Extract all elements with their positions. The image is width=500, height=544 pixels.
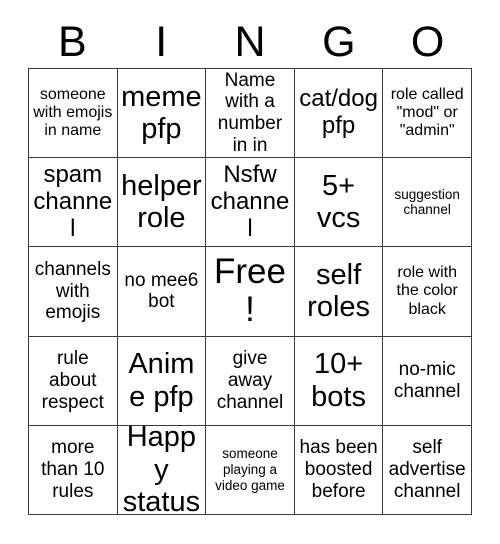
bingo-cell[interactable]: role with the color black (383, 247, 472, 337)
bingo-cell-label: Free! (214, 251, 286, 330)
bingo-cell-label: more than 10 rules (41, 437, 105, 502)
bingo-free-space[interactable]: Free! (206, 247, 295, 337)
bingo-cell[interactable]: helper role (117, 158, 207, 248)
bingo-cell[interactable]: suggestion channel (383, 158, 472, 248)
bingo-cell-label: has been boosted before (299, 437, 378, 502)
bingo-cell-label: give away channel (216, 348, 284, 413)
bingo-cell[interactable]: role called "mod" or "admin" (383, 69, 472, 159)
bingo-cell-label: self advertise channel (388, 437, 466, 502)
bingo-cell[interactable]: rule about respect (29, 336, 118, 426)
bingo-cell[interactable]: Nsfw channel (206, 158, 295, 248)
bingo-cell-label: role with the color black (396, 263, 458, 318)
bingo-cell-label: no mee6 bot (124, 269, 199, 313)
bingo-header-letter-g: G (322, 17, 356, 66)
bingo-cell-label: someone playing a video game (215, 446, 285, 493)
bingo-header-letter-b: B (58, 17, 87, 66)
bingo-cell[interactable]: spam channel (29, 158, 118, 248)
bingo-card: B I N G O someone with emojis in name meme pf… (0, 0, 500, 544)
bingo-cell[interactable]: channels with emojis (29, 247, 118, 337)
bingo-cell[interactable]: meme pfp (117, 69, 207, 159)
bingo-cell[interactable]: Name with a number in in (206, 69, 295, 159)
bingo-header-letter-i: I (155, 17, 168, 66)
bingo-cell-label: Name with a number in in (217, 69, 283, 156)
bingo-header-letter-n: N (234, 17, 266, 66)
bingo-cell[interactable]: Anime pfp (117, 336, 207, 426)
bingo-cell[interactable]: cat/dog pfp (294, 69, 384, 159)
bingo-grid: someone with emojis in name meme pfp Name … (28, 68, 472, 515)
bingo-cell[interactable]: more than 10 rules (29, 425, 118, 515)
bingo-cell[interactable]: give away channel (206, 336, 295, 426)
bingo-cell[interactable]: Happy status (117, 425, 207, 515)
bingo-header-letters: BINGO (28, 16, 472, 68)
bingo-cell-label: suggestion channel (394, 186, 460, 218)
bingo-cell-label: cat/dog pfp (299, 85, 378, 140)
bingo-cell-label: no-mic channel (393, 359, 461, 402)
bingo-cell-label: someone with emojis in name (33, 85, 113, 140)
bingo-cell[interactable]: has been boosted before (294, 425, 384, 515)
bingo-cell-label: role called "mod" or "admin" (390, 85, 464, 140)
bingo-cell-label: helper role (121, 169, 202, 235)
bingo-header-letter-o: O (410, 17, 445, 66)
bingo-cell[interactable]: someone with emojis in name (29, 69, 118, 159)
bingo-cell[interactable]: 10+ bots (294, 336, 384, 426)
bingo-cell[interactable]: self advertise channel (383, 425, 472, 515)
bingo-cell-label: 10+ bots (311, 348, 366, 413)
bingo-cell[interactable]: someone playing a video game (206, 425, 295, 515)
bingo-cell-label: Anime pfp (128, 348, 195, 413)
bingo-cell-label: self roles (307, 259, 371, 324)
bingo-cell-label: Nsfw channel (210, 160, 290, 242)
bingo-cell-label: rule about respect (41, 348, 104, 413)
bingo-cell-label: meme pfp (121, 80, 202, 146)
bingo-cell-label: spam channel (33, 160, 113, 242)
bingo-cell[interactable]: 5+ vcs (294, 158, 384, 248)
bingo-cell[interactable]: no mee6 bot (117, 247, 207, 337)
bingo-cell-label: channels with emojis (34, 259, 111, 324)
bingo-cell-label: Happy status (122, 425, 201, 515)
bingo-cell-label: 5+ vcs (316, 169, 361, 235)
bingo-cell[interactable]: no-mic channel (383, 336, 472, 426)
bingo-cell[interactable]: self roles (294, 247, 384, 337)
